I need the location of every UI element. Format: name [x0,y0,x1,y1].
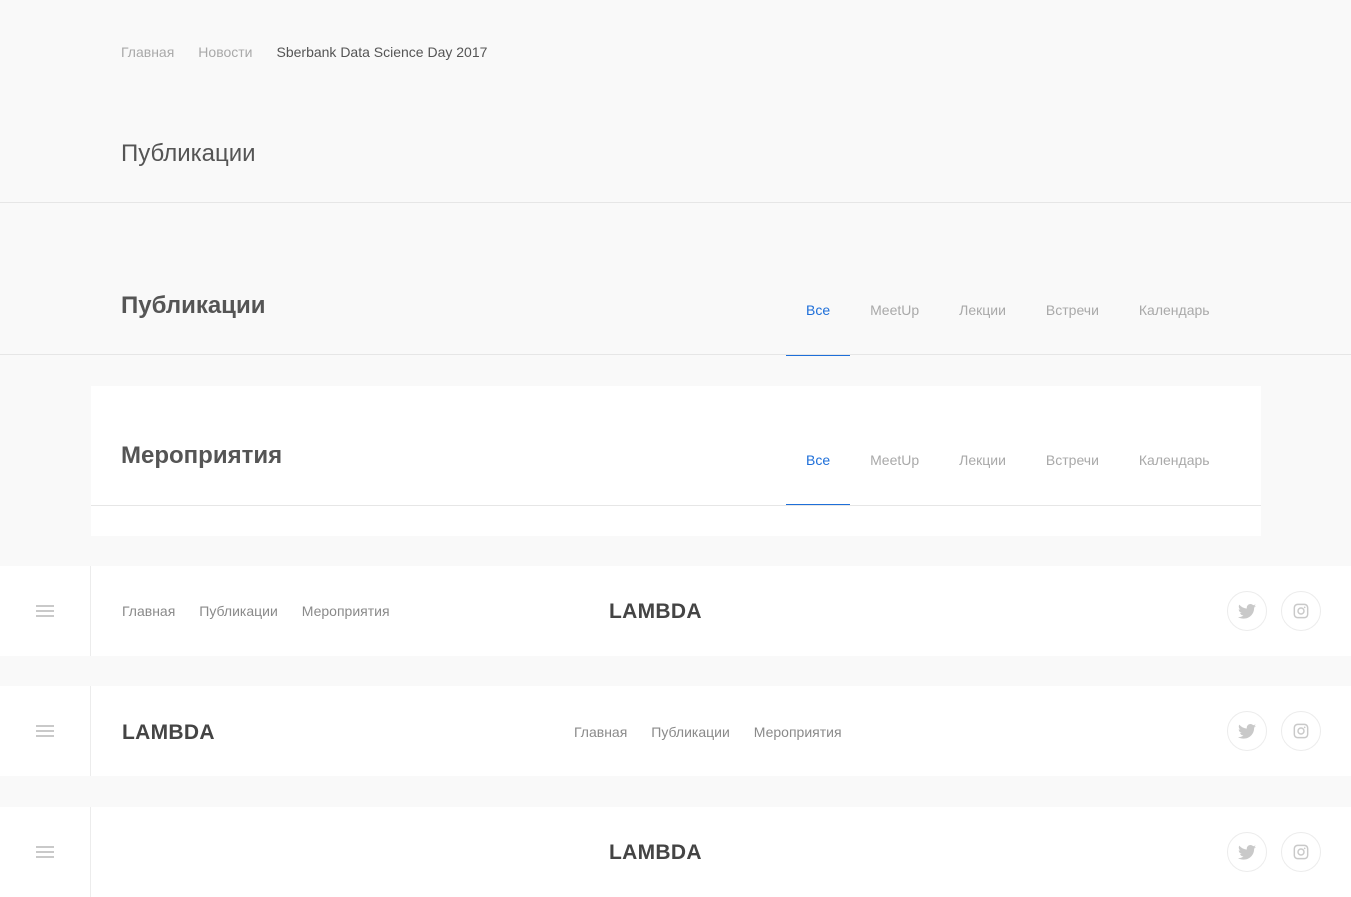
site-header-variant-3: LAMBDA [0,807,1351,897]
tab-meetings[interactable]: Встречи [1026,446,1119,506]
tab-all[interactable]: Все [786,296,851,356]
divider [91,505,1261,506]
twitter-icon[interactable] [1227,711,1267,751]
site-logo[interactable]: LAMBDA [122,721,215,745]
instagram-icon[interactable] [1281,591,1321,631]
publications-tabs: Все MeetUp Лекции Встречи Календарь [786,296,1230,356]
site-header-variant-2: LAMBDA Главная Публикации Мероприятия [0,686,1351,776]
tab-calendar[interactable]: Календарь [1119,296,1230,356]
twitter-icon[interactable] [1227,591,1267,631]
breadcrumb-current: Sberbank Data Science Day 2017 [276,44,488,60]
page-title-publications: Публикации [121,140,256,167]
tab-calendar[interactable]: Календарь [1119,446,1230,506]
divider [0,354,1351,355]
hamburger-menu-icon[interactable] [0,566,91,656]
breadcrumb-news[interactable]: Новости [198,44,252,60]
events-card: Мероприятия Все MeetUp Лекции Встречи Ка… [91,386,1261,536]
instagram-icon[interactable] [1281,832,1321,872]
tab-lectures[interactable]: Лекции [939,446,1026,506]
social-links [1227,711,1321,751]
tab-lectures[interactable]: Лекции [939,296,1026,356]
breadcrumb-home[interactable]: Главная [121,44,174,60]
tab-meetings[interactable]: Встречи [1026,296,1119,356]
page: Главная Новости Sberbank Data Science Da… [0,0,1351,897]
section-title-publications: Публикации [121,292,266,319]
nav-publications[interactable]: Публикации [651,724,729,740]
main-nav: Главная Публикации Мероприятия [122,603,414,619]
site-logo[interactable]: LAMBDA [609,841,702,865]
site-logo[interactable]: LAMBDA [609,600,702,624]
divider [0,202,1351,203]
social-links [1227,832,1321,872]
social-links [1227,591,1321,631]
site-header-variant-1: Главная Публикации Мероприятия LAMBDA [0,566,1351,656]
events-tabs: Все MeetUp Лекции Встречи Календарь [786,446,1230,506]
tab-meetup[interactable]: MeetUp [850,446,939,506]
tab-all[interactable]: Все [786,446,851,506]
nav-home[interactable]: Главная [122,603,175,619]
hamburger-menu-icon[interactable] [0,807,91,897]
section-title-events: Мероприятия [121,442,283,469]
tab-meetup[interactable]: MeetUp [850,296,939,356]
nav-publications[interactable]: Публикации [199,603,277,619]
twitter-icon[interactable] [1227,832,1267,872]
nav-home[interactable]: Главная [574,724,627,740]
breadcrumb: Главная Новости Sberbank Data Science Da… [121,44,487,60]
hamburger-menu-icon[interactable] [0,686,91,776]
nav-events[interactable]: Мероприятия [754,724,842,740]
nav-events[interactable]: Мероприятия [302,603,390,619]
main-nav: Главная Публикации Мероприятия [574,724,866,740]
instagram-icon[interactable] [1281,711,1321,751]
